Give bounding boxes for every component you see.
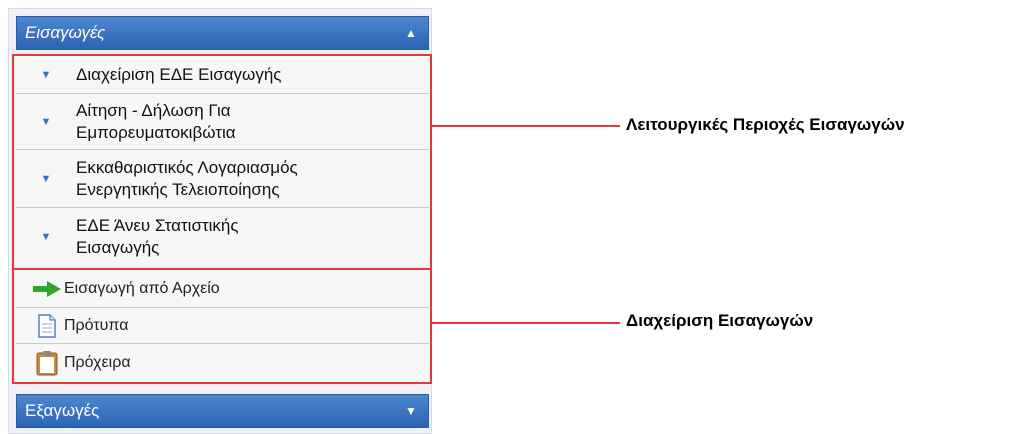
- drafts-item[interactable]: Πρόχειρα: [16, 344, 429, 382]
- import-management-callout: Διαχείριση Εισαγωγών: [626, 311, 814, 330]
- bullet-arrow-icon: ▼: [40, 68, 52, 81]
- menu-item-manage-import-ede[interactable]: ▼ Διαχείριση ΕΔΕ Εισαγωγής: [16, 56, 429, 94]
- menu-item-label-line1: ΕΔΕ Άνευ Στατιστικής: [76, 216, 239, 235]
- templates-label: Πρότυπα: [64, 316, 129, 334]
- menu-item-label-line1: Εκκαθαριστικός Λογαριασμός: [76, 157, 298, 177]
- green-arrow-icon: [30, 280, 64, 297]
- menu-item-ede-without-statistics[interactable]: ▼ ΕΔΕ Άνευ Στατιστικής Εισαγωγής: [16, 208, 429, 266]
- exports-section-header[interactable]: Εξαγωγές ▼: [16, 394, 429, 428]
- import-from-file-item[interactable]: Εισαγωγή από Αρχείο: [16, 270, 429, 308]
- menu-item-label: Διαχείριση ΕΔΕ Εισαγωγής: [76, 64, 282, 84]
- drafts-label: Πρόχειρα: [64, 354, 131, 371]
- templates-item[interactable]: Πρότυπα: [16, 308, 429, 344]
- collapse-arrow-icon[interactable]: ▲: [400, 26, 422, 40]
- imports-header-label: Εισαγωγές: [25, 23, 106, 42]
- menu-item-clearance-account[interactable]: ▼ Εκκαθαριστικός Λογαριασμός Ενεργητικής…: [16, 150, 429, 208]
- imports-section-header[interactable]: Εισαγωγές ▲: [16, 16, 429, 50]
- expand-arrow-icon[interactable]: ▼: [400, 404, 422, 418]
- exports-header-label: Εξαγωγές: [25, 401, 100, 420]
- document-icon: [30, 313, 64, 338]
- clipboard-icon: [30, 350, 64, 376]
- import-from-file-label: Εισαγωγή από Αρχείο: [64, 279, 220, 297]
- functional-items-list: ▼ Διαχείριση ΕΔΕ Εισαγωγής ▼ Αίτηση - Δή…: [16, 56, 429, 266]
- menu-item-label-line1: Αίτηση - Δήλωση Για: [76, 100, 231, 120]
- bullet-arrow-icon: ▼: [40, 231, 52, 243]
- functional-areas-callout: Λειτουργικές Περιοχές Εισαγωγών: [626, 115, 905, 134]
- bullet-arrow-icon: ▼: [40, 172, 52, 185]
- menu-item-label-line2: Εμπορευματοκιβώτια: [76, 122, 236, 142]
- menu-item-container-application[interactable]: ▼ Αίτηση - Δήλωση Για Εμπορευματοκιβώτια: [16, 94, 429, 150]
- bullet-arrow-icon: ▼: [40, 115, 52, 128]
- functional-areas-callout-line: [432, 125, 620, 127]
- import-tools-list: Εισαγωγή από Αρχείο Πρότυπα Πρόχειρα: [16, 270, 429, 382]
- import-management-callout-line: [432, 322, 620, 324]
- menu-item-label-line2: Εισαγωγής: [76, 238, 160, 257]
- menu-item-label-line2: Ενεργητικής Τελειοποίησης: [76, 179, 280, 199]
